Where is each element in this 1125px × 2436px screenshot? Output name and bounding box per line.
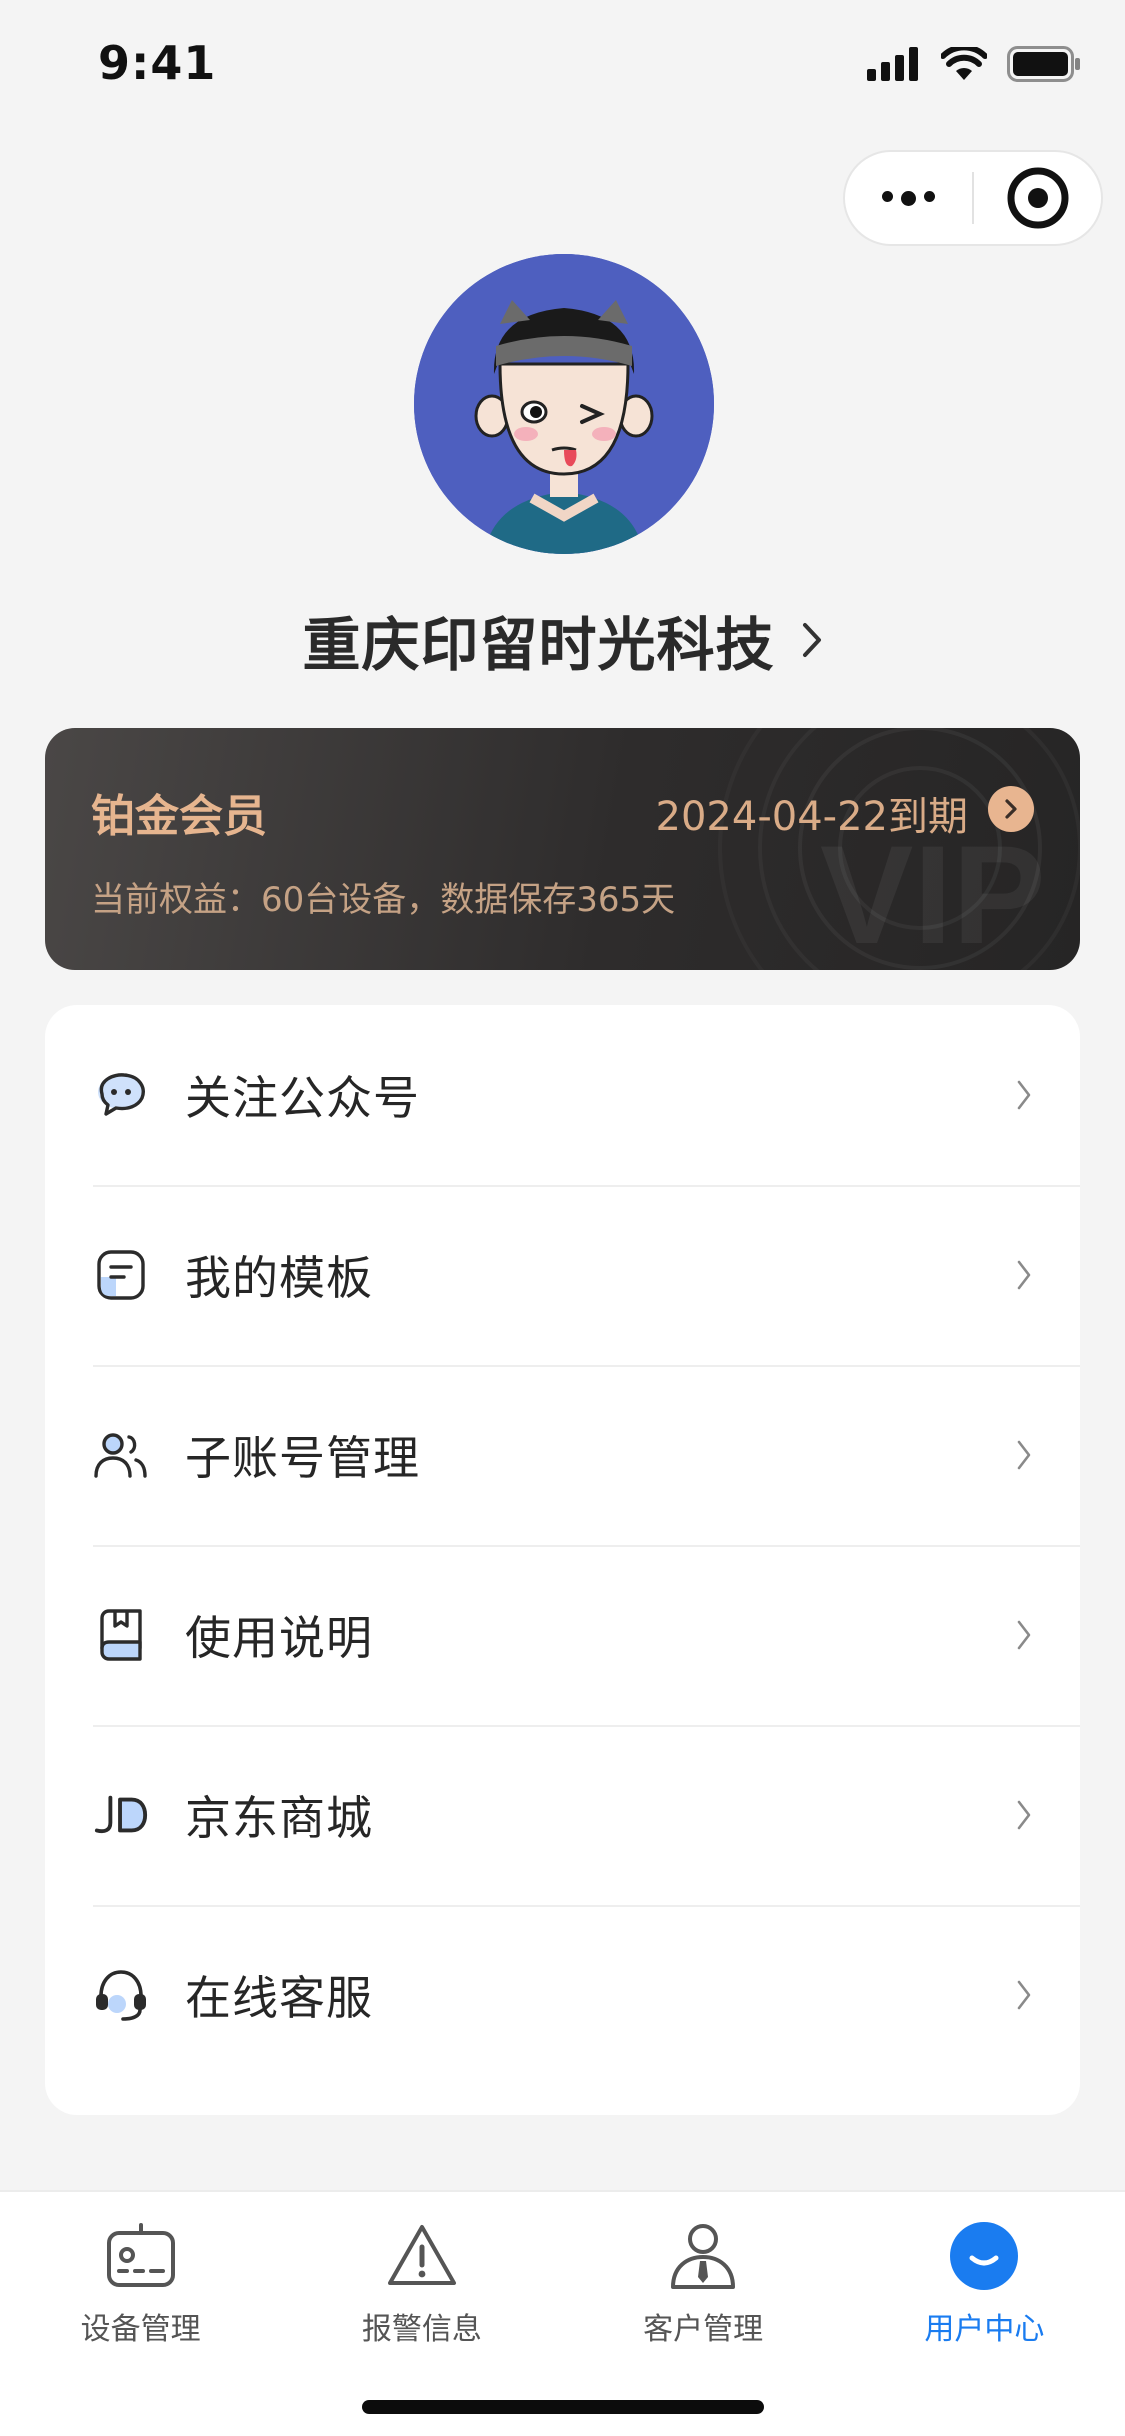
menu-item-my-templates[interactable]: 我的模板 [45,1185,1080,1365]
status-time: 9:41 [98,36,217,90]
miniprogram-capsule [843,150,1103,246]
menu-item-label: 京东商城 [185,1791,373,1845]
chevron-right-icon [802,623,821,657]
target-icon [1007,167,1068,229]
company-name: 重庆印留时光科技 [302,611,775,679]
tab-user-center[interactable]: 用户中心 [844,2218,1125,2362]
headset-icon [93,1967,149,2023]
membership-benefit: 当前权益：60台设备，数据保存365天 [91,880,676,920]
alert-icon [384,2218,460,2294]
jd-logo-icon [93,1787,149,1843]
membership-card[interactable]: VIP 铂金会员 2024-04-22到期 当前权益：60台设备，数据保存365… [45,728,1080,970]
chevron-right-icon [1017,1260,1031,1290]
wifi-icon [941,47,987,80]
signal-icon [867,47,918,81]
status-bar: 9:41 [0,0,1125,132]
menu-item-label: 关注公众号 [185,1071,420,1125]
tab-alarm-info[interactable]: 报警信息 [281,2218,562,2362]
customer-icon [665,2218,741,2294]
menu-item-label: 子账号管理 [185,1431,420,1485]
tab-label: 客户管理 [643,2312,764,2347]
membership-expiry: 2024-04-22到期 [655,794,968,840]
tab-label: 报警信息 [361,2312,482,2347]
menu-item-label: 在线客服 [185,1971,373,2025]
device-icon [103,2218,179,2294]
user-center-icon [946,2218,1022,2294]
menu-item-instructions[interactable]: 使用说明 [45,1545,1080,1725]
tab-label: 用户中心 [924,2312,1045,2347]
close-miniprogram-button[interactable] [974,152,1101,244]
battery-icon [1007,46,1080,82]
menu-item-label: 使用说明 [185,1611,373,1665]
menu-item-jd-mall[interactable]: 京东商城 [45,1725,1080,1905]
menu-item-label: 我的模板 [185,1251,373,1305]
more-button[interactable] [845,152,972,244]
book-icon [93,1607,149,1663]
chat-bubble-icon [93,1067,149,1123]
menu-list: 关注公众号 我的模板 子账号管理 使用说明 京东商城 在线客服 [45,1005,1080,2115]
chevron-right-icon [1017,1620,1031,1650]
tab-device-management[interactable]: 设备管理 [0,2218,281,2362]
chevron-right-icon [1017,1080,1031,1110]
avatar[interactable] [414,254,714,554]
home-indicator [362,2400,764,2414]
chevron-right-icon [1017,1800,1031,1830]
more-dots-icon [882,190,935,206]
status-icons [867,46,1081,82]
membership-arrow-icon[interactable] [988,786,1034,832]
avatar-cartoon-image [414,254,714,554]
chevron-right-icon [1017,1440,1031,1470]
chevron-right-icon [1017,1980,1031,2010]
vip-watermark-graphic: VIP [758,728,1080,970]
membership-level: 铂金会员 [91,791,267,842]
menu-item-online-support[interactable]: 在线客服 [45,1905,1080,2085]
tab-label: 设备管理 [80,2312,201,2347]
template-icon [93,1247,149,1303]
menu-item-follow-official-account[interactable]: 关注公众号 [45,1005,1080,1185]
company-profile-link[interactable]: 重庆印留时光科技 [0,600,1125,680]
tab-customer-management[interactable]: 客户管理 [563,2218,844,2362]
menu-item-sub-accounts[interactable]: 子账号管理 [45,1365,1080,1545]
users-icon [93,1427,149,1483]
